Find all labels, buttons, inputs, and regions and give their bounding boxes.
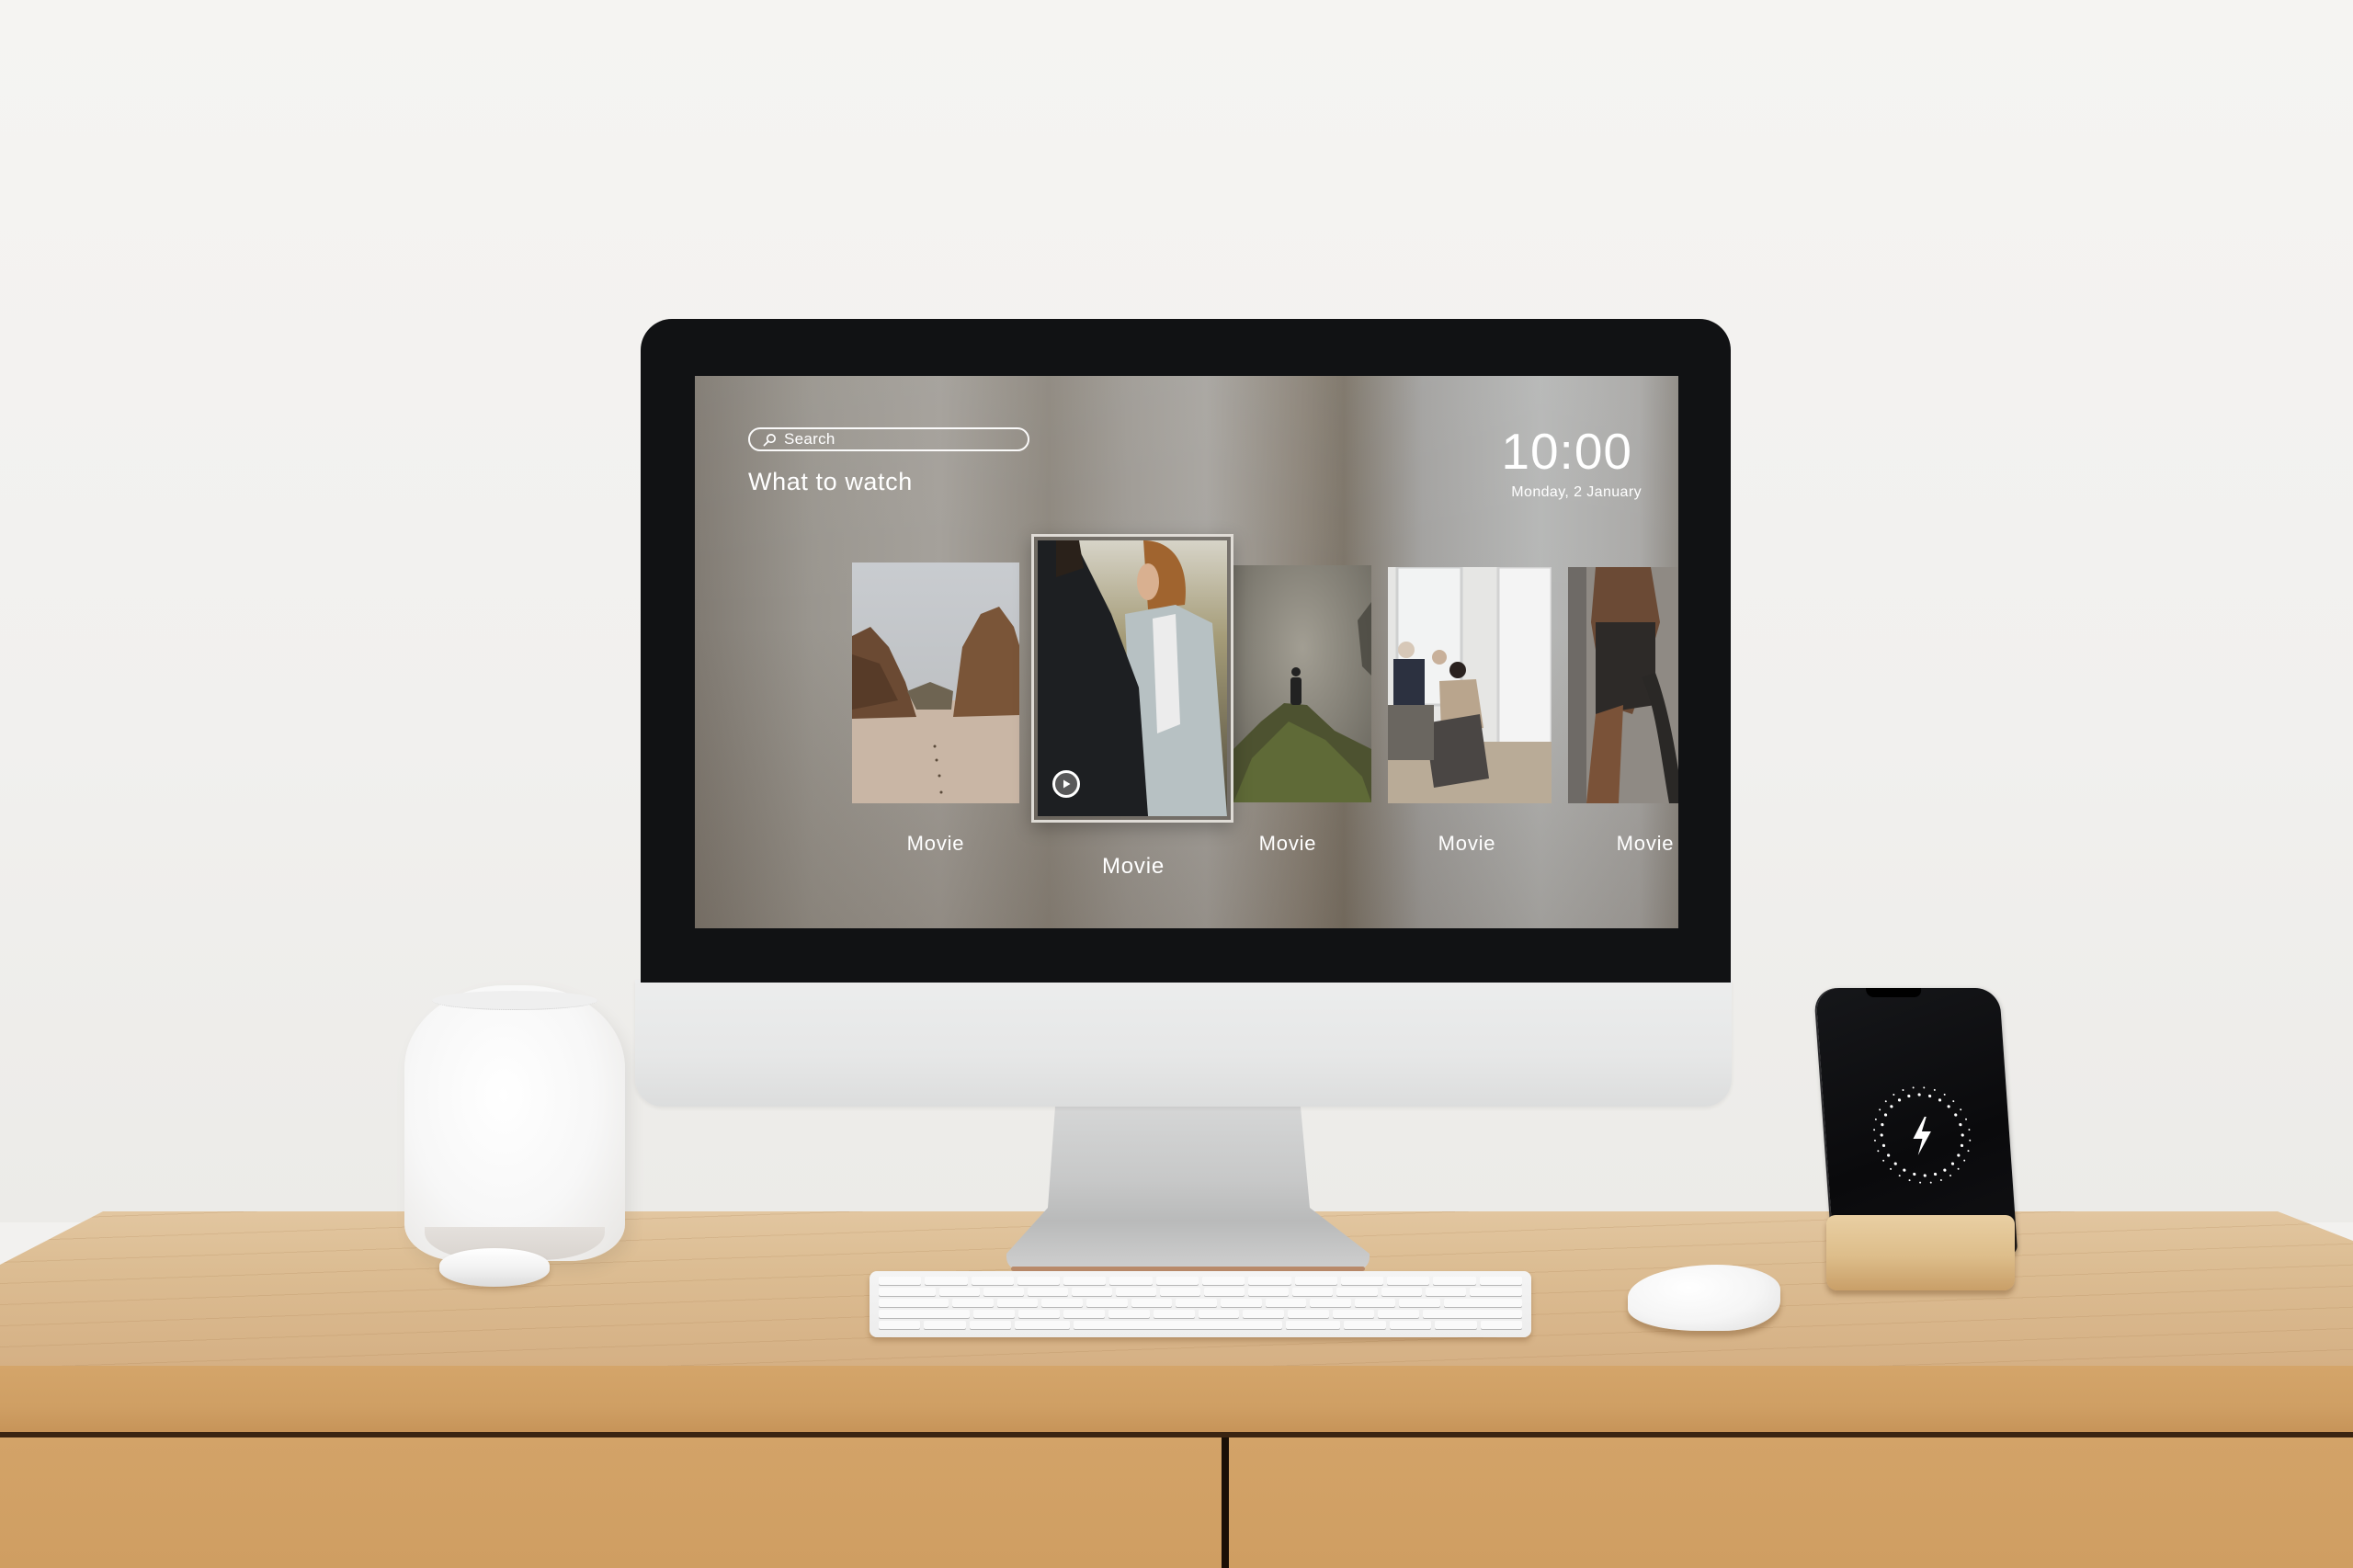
charging-dot bbox=[1947, 1105, 1950, 1108]
charging-dot bbox=[1883, 1113, 1888, 1117]
clock-date: Monday, 2 January bbox=[1511, 484, 1642, 500]
movie-poster-battle-ropes-workout bbox=[1568, 567, 1678, 803]
charging-dot bbox=[1950, 1162, 1955, 1165]
charging-dot bbox=[1877, 1150, 1880, 1153]
movie-card[interactable] bbox=[1388, 567, 1552, 803]
page-title: What to watch bbox=[748, 468, 913, 495]
speaker-grille bbox=[432, 991, 597, 1010]
movie-title: Movie bbox=[1258, 832, 1317, 855]
play-icon bbox=[1063, 779, 1071, 789]
charging-dot bbox=[1873, 1139, 1876, 1142]
charging-dot bbox=[1893, 1094, 1895, 1096]
drawer-left bbox=[0, 1437, 1222, 1568]
movie-card[interactable] bbox=[1233, 565, 1371, 802]
search-placeholder: Search bbox=[784, 430, 835, 448]
smart-speaker bbox=[404, 985, 625, 1261]
charging-dot bbox=[1949, 1174, 1952, 1176]
drawer-right bbox=[1229, 1437, 2353, 1568]
charging-dot bbox=[1943, 1168, 1947, 1172]
keyboard bbox=[870, 1271, 1531, 1337]
charging-dot bbox=[1933, 1088, 1936, 1091]
clock-time: 10:00 bbox=[1501, 423, 1632, 480]
charging-dot bbox=[1963, 1159, 1966, 1162]
movie-poster-office-meeting bbox=[1388, 567, 1552, 803]
charging-dot bbox=[1919, 1181, 1922, 1184]
charging-dot bbox=[1960, 1108, 1962, 1111]
key-row bbox=[879, 1310, 1523, 1318]
charging-dot bbox=[1881, 1123, 1884, 1127]
movie-title: Movie bbox=[906, 832, 965, 855]
charging-dot bbox=[1907, 1094, 1911, 1098]
charging-dot bbox=[1957, 1167, 1960, 1170]
charging-dot bbox=[1898, 1175, 1901, 1177]
drawer-divider bbox=[1222, 1437, 1229, 1568]
movie-card-focused[interactable] bbox=[1031, 534, 1233, 823]
charging-dot bbox=[1897, 1098, 1902, 1102]
charging-dot bbox=[1969, 1139, 1972, 1142]
movie-card[interactable] bbox=[1568, 567, 1678, 803]
charging-dot bbox=[1917, 1093, 1921, 1096]
charging-dot bbox=[1939, 1179, 1942, 1182]
charging-dot bbox=[1967, 1150, 1970, 1153]
charging-dot bbox=[1882, 1159, 1885, 1162]
movie-card[interactable] bbox=[852, 562, 1019, 803]
charging-dot bbox=[1959, 1123, 1962, 1127]
monitor-chin bbox=[635, 980, 1732, 1107]
lightning-bolt-icon bbox=[1913, 1117, 1931, 1155]
charging-dot bbox=[1929, 1181, 1932, 1184]
movie-title: Movie bbox=[1438, 832, 1496, 855]
charging-dot bbox=[1890, 1105, 1893, 1108]
key-row bbox=[879, 1288, 1522, 1296]
charging-dot bbox=[1933, 1172, 1938, 1176]
monitor-screen: Search What to watch 10:00 Monday, 2 Jan… bbox=[695, 376, 1678, 928]
charging-dot bbox=[1884, 1100, 1887, 1103]
charging-dot bbox=[1968, 1129, 1971, 1131]
charging-dot bbox=[1879, 1108, 1881, 1111]
key-row bbox=[879, 1299, 1522, 1307]
charging-dot bbox=[1960, 1143, 1964, 1147]
charging-dot bbox=[1902, 1088, 1904, 1091]
charging-dot bbox=[1880, 1133, 1883, 1137]
movie-title: Movie bbox=[1616, 832, 1675, 855]
charging-dot bbox=[1881, 1143, 1886, 1147]
mouse bbox=[1628, 1265, 1780, 1331]
charging-dot bbox=[1873, 1129, 1876, 1131]
charging-dot bbox=[1961, 1133, 1964, 1137]
search-input[interactable]: Search bbox=[748, 427, 1029, 451]
charging-dot bbox=[1890, 1167, 1893, 1170]
charging-dot bbox=[1923, 1174, 1927, 1177]
charging-dot bbox=[1952, 1100, 1955, 1103]
key-row bbox=[879, 1277, 1522, 1285]
play-button[interactable] bbox=[1052, 770, 1080, 798]
movie-title-focused: Movie bbox=[1101, 854, 1165, 879]
charging-dot bbox=[1912, 1086, 1915, 1089]
charging-dot bbox=[1893, 1162, 1897, 1165]
charging-dot bbox=[1874, 1118, 1877, 1120]
key-row bbox=[879, 1321, 1523, 1329]
movie-poster-hiker-on-misty-peak bbox=[1233, 565, 1371, 802]
charging-dot bbox=[1954, 1113, 1958, 1117]
charging-dot bbox=[1903, 1168, 1906, 1172]
charging-dot bbox=[1965, 1118, 1968, 1120]
charging-ring-icon bbox=[1873, 1086, 1972, 1184]
charging-dot bbox=[1908, 1179, 1911, 1182]
search-icon bbox=[763, 433, 776, 446]
charging-dot bbox=[1928, 1094, 1932, 1098]
remote-puck bbox=[439, 1248, 550, 1287]
charging-dot bbox=[1943, 1093, 1946, 1096]
movie-poster-rock-arch-beach bbox=[852, 562, 1019, 803]
charging-dot bbox=[1938, 1098, 1942, 1102]
phone-stand bbox=[1826, 1215, 2015, 1290]
charging-dot bbox=[1913, 1172, 1916, 1176]
desk-front-edge bbox=[0, 1366, 2353, 1434]
charging-dot bbox=[1887, 1153, 1891, 1157]
phone-notch bbox=[1866, 988, 1922, 997]
charging-dot bbox=[1957, 1153, 1961, 1157]
charging-dot bbox=[1923, 1086, 1926, 1089]
